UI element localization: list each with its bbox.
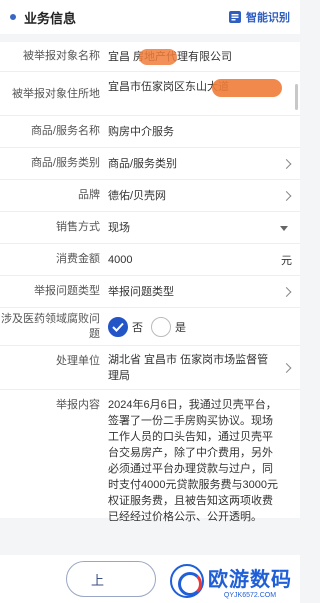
radio-no-label: 否 [132, 321, 143, 334]
goods-name-input[interactable]: 购房中介服务 [108, 124, 300, 140]
watermark: 欧游数码 QYJK6572.COM [170, 563, 292, 599]
handling-unit-label: 处理单位 [56, 355, 100, 367]
sales-method-label: 销售方式 [56, 221, 100, 233]
amount-unit: 元 [281, 254, 292, 267]
brand-select[interactable]: 德佑/贝壳网 [108, 188, 300, 204]
row-goods-name[interactable]: 商品/服务名称 购房中介服务 [0, 116, 300, 148]
row-handling-unit[interactable]: 处理单位 湖北省 宜昌市 伍家岗市场监督管理局 [0, 346, 300, 390]
prev-step-button[interactable]: 上 [66, 561, 156, 597]
row-corruption: 涉及医药领域腐败问题 否 是 [0, 308, 300, 346]
row-amount[interactable]: 消费金额 4000 元 [0, 244, 300, 276]
issue-type-label: 举报问题类型 [34, 285, 100, 297]
row-sales-method[interactable]: 销售方式 现场 [0, 212, 300, 244]
row-goods-type[interactable]: 商品/服务类别 商品/服务类别 [0, 148, 300, 180]
corruption-radio-group: 否 是 [108, 316, 186, 337]
business-form: 被举报对象名称 宜昌 房地产代理有限公司 被举报对象住所地 宜昌市伍家岗区东山大… [0, 42, 300, 523]
radio-yes-label: 是 [175, 321, 186, 334]
amount-input[interactable]: 4000 [108, 252, 300, 268]
target-name-label: 被举报对象名称 [23, 50, 100, 62]
goods-name-label: 商品/服务名称 [30, 125, 100, 137]
section-title: 业务信息 [24, 10, 77, 26]
content-textarea[interactable]: 2024年6月6日，我通过贝壳平台，签署了一份二手房购买协议。现场工作人员的口头… [108, 390, 300, 525]
corruption-label: 涉及医药领域腐败问题 [1, 312, 100, 340]
radio-no[interactable]: 否 [108, 316, 143, 337]
redaction-mark [139, 49, 177, 65]
radio-unchecked-icon [151, 316, 171, 337]
sales-method-select[interactable]: 现场 [108, 220, 300, 236]
handling-unit-select[interactable]: 湖北省 宜昌市 伍家岗市场监督管理局 [108, 352, 300, 384]
footer-bar: 上 欧游数码 QYJK6572.COM [0, 555, 300, 603]
radio-yes[interactable]: 是 [151, 316, 186, 337]
brand-label: 品牌 [78, 189, 100, 201]
dropdown-arrow-icon [280, 225, 288, 231]
issue-type-select[interactable]: 举报问题类型 [108, 284, 300, 300]
section-header: 业务信息 智能识别 [0, 0, 300, 34]
redaction-mark [212, 79, 282, 97]
row-issue-type[interactable]: 举报问题类型 举报问题类型 [0, 276, 300, 308]
scan-icon [229, 11, 241, 23]
amount-label: 消费金额 [56, 253, 100, 265]
target-name-input[interactable]: 宜昌 房地产代理有限公司 [108, 49, 300, 65]
target-address-label: 被举报对象住所地 [12, 87, 100, 100]
radio-checked-icon [108, 316, 128, 337]
row-target-name[interactable]: 被举报对象名称 宜昌 房地产代理有限公司 [0, 42, 300, 72]
row-target-address[interactable]: 被举报对象住所地 宜昌市伍家岗区东山大道 [0, 72, 300, 116]
scrollbar[interactable] [295, 84, 298, 110]
watermark-logo-icon [170, 564, 204, 598]
goods-type-label: 商品/服务类别 [30, 157, 100, 169]
goods-type-select[interactable]: 商品/服务类别 [108, 156, 300, 172]
row-brand[interactable]: 品牌 德佑/贝壳网 [0, 180, 300, 212]
content-label: 举报内容 [56, 399, 100, 411]
watermark-text: 欧游数码 [208, 569, 292, 591]
watermark-subtext: QYJK6572.COM [223, 592, 277, 599]
smart-recognize-button[interactable]: 智能识别 [228, 9, 290, 25]
row-content[interactable]: 举报内容 2024年6月6日，我通过贝壳平台，签署了一份二手房购买协议。现场工作… [0, 390, 300, 523]
section-dot-icon [10, 14, 16, 20]
smart-recognize-label: 智能识别 [246, 12, 290, 24]
